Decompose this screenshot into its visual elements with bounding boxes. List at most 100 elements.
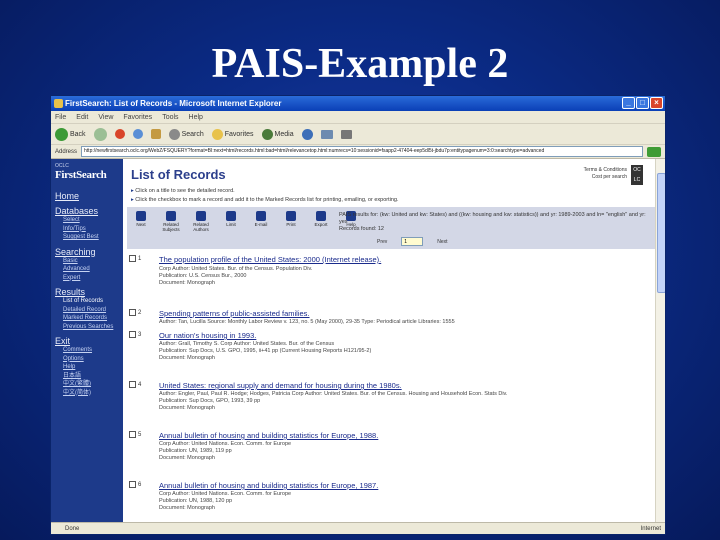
record-checkbox[interactable] bbox=[129, 381, 136, 388]
nav-searching[interactable]: Searching bbox=[55, 247, 119, 257]
star-icon bbox=[211, 128, 223, 140]
tool-limit[interactable]: Limit bbox=[221, 211, 241, 232]
media-icon bbox=[261, 128, 273, 140]
page-viewport: OCLC FirstSearch Home Databases Select I… bbox=[51, 159, 655, 522]
menu-file[interactable]: File bbox=[55, 111, 66, 123]
nav-options[interactable]: Options bbox=[55, 355, 119, 364]
record-select[interactable]: 4 bbox=[129, 381, 141, 388]
menu-tools[interactable]: Tools bbox=[162, 111, 178, 123]
related-authors-icon bbox=[196, 211, 206, 221]
terms-link[interactable]: Terms & Conditions bbox=[584, 167, 627, 174]
cost-link[interactable]: Cost per search bbox=[584, 174, 627, 181]
tool-next[interactable]: Next bbox=[131, 211, 151, 232]
record-title-link[interactable]: Annual bulletin of housing and building … bbox=[159, 431, 378, 440]
prev-link[interactable]: Prev bbox=[377, 239, 387, 245]
media-button[interactable]: Media bbox=[261, 128, 294, 140]
nav-search-basic[interactable]: Basic bbox=[55, 257, 119, 266]
tool-export[interactable]: Export bbox=[311, 211, 331, 232]
record-checkbox[interactable] bbox=[129, 309, 136, 316]
tool-label: Related Subjects bbox=[162, 222, 180, 232]
nav-results-detailed[interactable]: Detailed Record bbox=[55, 306, 119, 315]
tool-label: Next bbox=[136, 222, 146, 227]
record-checkbox[interactable] bbox=[129, 331, 136, 338]
record-number: 1 bbox=[138, 255, 142, 262]
tool-related-subjects[interactable]: Related Subjects bbox=[161, 211, 181, 232]
nav-search-advanced[interactable]: Advanced bbox=[55, 265, 119, 274]
nav-results-list[interactable]: List of Records bbox=[55, 297, 119, 306]
menu-view[interactable]: View bbox=[98, 111, 113, 123]
record-detail: Corp Author: United Nations. Econ. Comm.… bbox=[159, 441, 292, 447]
scrollbar-thumb[interactable] bbox=[657, 173, 665, 293]
nav-chinese-traditional[interactable]: 中文(繁體) bbox=[55, 380, 119, 389]
nav-results-previous[interactable]: Previous Searches bbox=[55, 323, 119, 332]
nav-japanese[interactable]: 日本語 bbox=[55, 372, 119, 381]
close-button[interactable]: × bbox=[650, 97, 663, 109]
refresh-button[interactable] bbox=[132, 129, 143, 139]
nav-databases-select[interactable]: Select bbox=[55, 216, 119, 225]
records-found: Records found: 12 bbox=[339, 226, 384, 232]
record-title-link[interactable]: The population profile of the United Sta… bbox=[159, 255, 381, 264]
tool-related-authors[interactable]: Related Authors bbox=[191, 211, 211, 232]
search-button[interactable]: Search bbox=[168, 128, 204, 140]
back-button[interactable]: Back bbox=[55, 127, 86, 141]
next-link[interactable]: Next bbox=[437, 239, 447, 245]
menu-edit[interactable]: Edit bbox=[76, 111, 88, 123]
nav-databases[interactable]: Databases bbox=[55, 206, 119, 216]
record-detail: Publication: Sup Docs, U.S. GPO, 1995, i… bbox=[159, 348, 372, 354]
record-select[interactable]: 2 bbox=[129, 309, 141, 316]
tool-label: Print bbox=[286, 222, 296, 227]
go-button[interactable] bbox=[647, 146, 661, 157]
record-select[interactable]: 5 bbox=[129, 431, 141, 438]
media-label: Media bbox=[274, 130, 294, 138]
address-input[interactable]: http://newfirstsearch.oclc.org/WebZ/FSQU… bbox=[81, 146, 643, 157]
print-icon bbox=[286, 211, 296, 221]
print-button[interactable] bbox=[340, 129, 352, 139]
record-detail: Document: Monograph bbox=[159, 505, 215, 511]
nav-databases-info[interactable]: Info/Tips bbox=[55, 225, 119, 234]
home-button[interactable] bbox=[150, 129, 161, 139]
menu-help[interactable]: Help bbox=[189, 111, 203, 123]
maximize-button[interactable]: □ bbox=[636, 97, 649, 109]
forward-button[interactable] bbox=[93, 127, 107, 141]
record-checkbox[interactable] bbox=[129, 431, 136, 438]
menu-favorites[interactable]: Favorites bbox=[123, 111, 152, 123]
record-select[interactable]: 1 bbox=[129, 255, 141, 262]
nav-databases-suggest[interactable]: Suggest Best bbox=[55, 233, 119, 242]
tool-email[interactable]: E-mail bbox=[251, 211, 271, 232]
vertical-scrollbar[interactable] bbox=[655, 159, 665, 522]
record-checkbox[interactable] bbox=[129, 255, 136, 262]
stop-button[interactable] bbox=[114, 129, 125, 139]
record-select[interactable]: 3 bbox=[129, 331, 141, 338]
back-arrow-icon bbox=[55, 127, 68, 141]
record-title-link[interactable]: Spending patterns of public-assisted fam… bbox=[159, 309, 310, 318]
favorites-button[interactable]: Favorites bbox=[211, 128, 254, 140]
minimize-button[interactable]: _ bbox=[622, 97, 635, 109]
export-icon bbox=[316, 211, 326, 221]
record-select[interactable]: 6 bbox=[129, 481, 141, 488]
record-title-link[interactable]: United States: regional supply and deman… bbox=[159, 381, 402, 390]
main-content: List of Records Terms & Conditions Cost … bbox=[123, 159, 655, 522]
record-title-link[interactable]: Our nation's housing in 1993. bbox=[159, 331, 256, 340]
tool-print[interactable]: Print bbox=[281, 211, 301, 232]
mail-button[interactable] bbox=[320, 129, 333, 139]
instruction-line: Click the checkbox to mark a record and … bbox=[131, 197, 551, 203]
zone-indicator: Internet bbox=[640, 526, 661, 532]
record-detail: Publication: UN, 1988, 120 pp bbox=[159, 498, 233, 504]
nav-home[interactable]: Home bbox=[55, 191, 119, 201]
page-number-input[interactable] bbox=[401, 237, 424, 246]
nav-search-expert[interactable]: Expert bbox=[55, 274, 119, 283]
record-checkbox[interactable] bbox=[129, 481, 136, 488]
record-title-link[interactable]: Annual bulletin of housing and building … bbox=[159, 481, 378, 490]
nav-chinese-simplified[interactable]: 中文(简体) bbox=[55, 389, 119, 398]
oclc-badge: OC LC bbox=[631, 165, 643, 185]
forward-arrow-icon bbox=[93, 127, 107, 141]
history-button[interactable] bbox=[301, 128, 313, 140]
nav-results[interactable]: Results bbox=[55, 287, 119, 297]
tool-label: Related Authors bbox=[193, 222, 209, 232]
nav-exit[interactable]: Exit bbox=[55, 336, 119, 346]
record-detail: Document: Monograph bbox=[159, 355, 215, 361]
status-bar: Done Internet bbox=[51, 522, 665, 534]
nav-help[interactable]: Help bbox=[55, 363, 119, 372]
nav-results-marked[interactable]: Marked Records bbox=[55, 314, 119, 323]
nav-comments[interactable]: Comments bbox=[55, 346, 119, 355]
